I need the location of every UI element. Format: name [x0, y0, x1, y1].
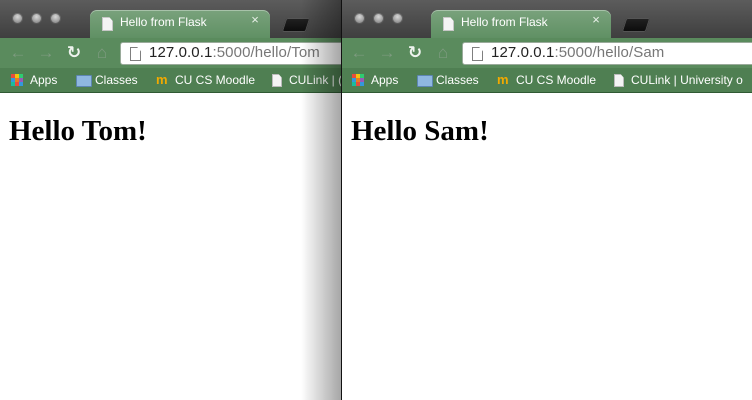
page-heading: Hello Tom! — [9, 115, 147, 147]
moodle-icon: m — [156, 72, 168, 87]
address-bar[interactable]: 127.0.0.1:5000/hello/Sam — [462, 42, 752, 65]
page-content: Hello Tom! — [0, 93, 341, 400]
address-url: 127.0.0.1:5000/hello/Tom — [149, 44, 320, 61]
page-content: Hello Sam! — [342, 93, 752, 400]
bookmarks-bar: Apps Classes m CU CS Moodle CULink | ( — [0, 68, 341, 93]
page-icon — [472, 47, 483, 61]
page-heading: Hello Sam! — [351, 115, 489, 147]
apps-icon — [11, 74, 23, 86]
tab-close-button[interactable]: × — [589, 13, 603, 27]
document-icon — [102, 17, 113, 31]
browser-window-left: Hello from Flask × ← → ↻ ⌂ 127.0.0.1:500… — [0, 0, 341, 400]
zoom-window-button[interactable] — [392, 13, 403, 24]
minimize-window-button[interactable] — [31, 13, 42, 24]
page-icon — [272, 74, 282, 87]
bookmark-label: Apps — [371, 73, 399, 87]
forward-icon[interactable]: → — [36, 42, 56, 64]
page-icon — [130, 47, 141, 61]
bookmarks-bar: Apps Classes m CU CS Moodle CULink | Uni… — [342, 68, 752, 93]
forward-icon[interactable]: → — [377, 42, 397, 64]
tab-active[interactable]: Hello from Flask × — [90, 10, 270, 40]
home-icon[interactable]: ⌂ — [433, 42, 453, 64]
new-tab-button[interactable] — [281, 18, 311, 32]
tab-close-button[interactable]: × — [248, 13, 262, 27]
bookmark-label: Classes — [436, 73, 479, 87]
new-tab-button[interactable] — [621, 18, 651, 32]
folder-icon — [76, 75, 92, 87]
bookmark-label: Apps — [30, 73, 58, 87]
address-bar[interactable]: 127.0.0.1:5000/hello/Tom — [120, 42, 341, 65]
tab-active[interactable]: Hello from Flask × — [431, 10, 611, 40]
document-icon — [443, 17, 454, 31]
reload-icon[interactable]: ↻ — [405, 42, 425, 64]
bookmark-label: CULink | University o — [631, 73, 743, 87]
bookmark-label: CU CS Moodle — [175, 73, 256, 87]
bookmark-label: CU CS Moodle — [516, 73, 597, 87]
toolbar: ← → ↻ ⌂ 127.0.0.1:5000/hello/Tom — [0, 38, 341, 68]
toolbar: ← → ↻ ⌂ 127.0.0.1:5000/hello/Sam — [342, 38, 752, 68]
back-icon[interactable]: ← — [349, 42, 369, 64]
tab-strip: Hello from Flask × — [0, 0, 341, 40]
page-icon — [614, 74, 624, 87]
folder-icon — [417, 75, 433, 87]
minimize-window-button[interactable] — [373, 13, 384, 24]
moodle-icon: m — [497, 72, 509, 87]
url-host: 127.0.0.1 — [149, 44, 213, 61]
url-path: :5000/hello/Tom — [212, 44, 320, 61]
close-window-button[interactable] — [354, 13, 365, 24]
tab-title: Hello from Flask — [120, 15, 207, 29]
reload-icon[interactable]: ↻ — [64, 42, 84, 64]
bookmark-label: CULink | ( — [289, 73, 341, 87]
back-icon[interactable]: ← — [8, 42, 28, 64]
address-url: 127.0.0.1:5000/hello/Sam — [491, 44, 664, 61]
home-icon[interactable]: ⌂ — [92, 42, 112, 64]
url-host: 127.0.0.1 — [491, 44, 555, 61]
browser-window-right: Hello from Flask × ← → ↻ ⌂ 127.0.0.1:500… — [341, 0, 752, 400]
tab-strip: Hello from Flask × — [342, 0, 752, 40]
bookmark-label: Classes — [95, 73, 138, 87]
apps-icon — [352, 74, 364, 86]
close-window-button[interactable] — [12, 13, 23, 24]
tab-title: Hello from Flask — [461, 15, 548, 29]
url-path: :5000/hello/Sam — [554, 44, 665, 61]
zoom-window-button[interactable] — [50, 13, 61, 24]
